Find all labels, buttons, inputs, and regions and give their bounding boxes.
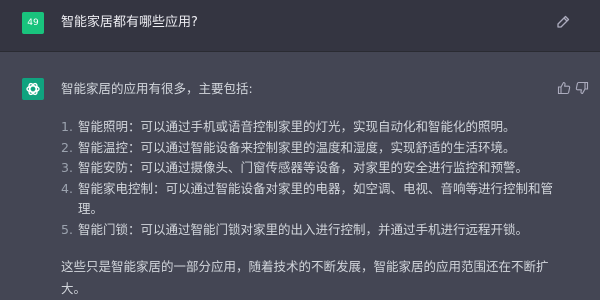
user-avatar: 49 (22, 12, 44, 34)
list-item: 1. 智能照明：可以通过手机或语音控制家里的灯光，实现自动化和智能化的照明。 (61, 119, 516, 134)
list-item: 5. 智能门锁：可以通过智能门锁对家里的出入进行控制，并通过手机进行远程开锁。 (61, 221, 529, 237)
assistant-avatar (22, 78, 44, 100)
assistant-intro-text: 智能家居的应用有很多，主要包括: (61, 81, 253, 96)
assistant-outro-text: 这些只是智能家居的一部分应用，随着技术的不断发展，智能家居的应用范围还在不断扩大… (61, 259, 549, 296)
list-item: 4. 智能家电控制：可以通过智能设备对家里的电器，如空调、电视、音响等进行控制和管… (61, 180, 554, 217)
user-message-text: 智能家居都有哪些应用? (61, 15, 198, 30)
assistant-list: 1. 智能照明：可以通过手机或语音控制家里的灯光，实现自动化和智能化的照明。 2.… (61, 117, 561, 240)
assistant-message-row: 智能家居的应用有很多，主要包括: 1. 智能照明：可以通过手机或语音控制家里的灯光… (0, 52, 600, 300)
list-item: 2. 智能温控：可以通过智能设备来控制家里的温度和湿度，实现舒适的生活环境。 (61, 139, 516, 155)
list-item: 3. 智能安防：可以通过摄像头、门窗传感器等设备，对家里的安全进行监控和预警。 (61, 160, 529, 175)
thumbs-down-icon[interactable] (575, 80, 589, 95)
thumbs-up-icon[interactable] (557, 80, 571, 95)
user-message-row: 49 智能家居都有哪些应用? (0, 0, 600, 52)
edit-icon[interactable] (555, 14, 571, 30)
